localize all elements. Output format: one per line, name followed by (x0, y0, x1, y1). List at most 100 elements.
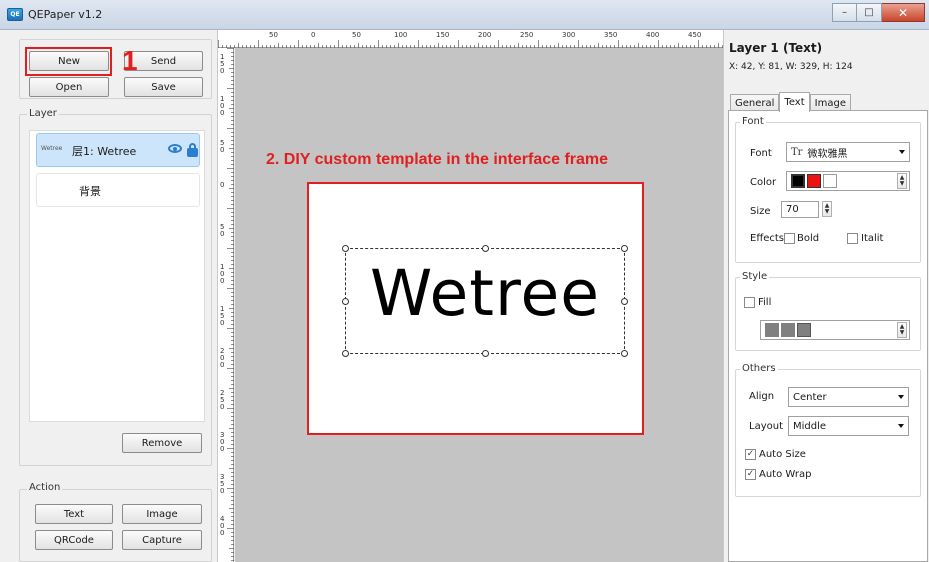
italic-checkbox[interactable] (847, 233, 858, 244)
ruler-label: 100 (394, 31, 408, 39)
capture-button[interactable]: Capture (122, 530, 202, 550)
layer-name: 层1: Wetree (72, 145, 137, 158)
layer-list: Wetree 层1: Wetree 背景 (29, 130, 205, 422)
minimize-icon[interactable]: – (832, 3, 857, 22)
layer-coordinates: X: 42, Y: 81, W: 329, H: 124 (729, 62, 853, 72)
tab-general[interactable]: General (730, 94, 780, 111)
fill-checkbox[interactable] (744, 297, 755, 308)
layout-select-value: Middle (793, 420, 827, 432)
ruler-label: 350 (604, 31, 618, 39)
layer-group-label: Layer (27, 108, 59, 119)
ruler-label: 50 (352, 31, 361, 39)
ruler-label: 3 0 0 (220, 431, 225, 453)
resize-handle[interactable] (482, 350, 489, 357)
properties-tabs: General Text Image (730, 92, 851, 112)
ruler-left: 1 5 0 1 0 0 5 0 0 5 0 1 0 0 1 5 0 2 0 0 … (218, 48, 234, 562)
font-size-value: 70 (786, 204, 799, 215)
action-group-label: Action (27, 482, 63, 493)
bold-checkbox[interactable] (784, 233, 795, 244)
ruler-label: 200 (478, 31, 492, 39)
color-spin-icon[interactable]: ▲ ▼ (897, 173, 907, 189)
left-panel: New Send Open Save Layer Wetree 层1: Wetr… (0, 30, 218, 562)
ruler-top: 50 0 50 100 150 200 250 300 350 400 450 (218, 30, 723, 48)
auto-wrap-checkbox[interactable]: ✓ (745, 469, 756, 480)
remove-button[interactable]: Remove (122, 433, 202, 453)
text-tab-panel: Font Font Tr 微软雅黑 Color ▲ ▼ Size 70 ▲ ▼ Ef… (728, 110, 928, 562)
chevron-down-icon (898, 395, 904, 399)
close-icon[interactable]: ✕ (882, 3, 925, 22)
others-group-label: Others (740, 363, 778, 374)
layer-thumbnail: Wetree (41, 145, 63, 152)
align-label: Align (749, 391, 775, 402)
ruler-label: 3 5 0 (220, 473, 225, 495)
fill-spin-icon[interactable]: ▲ ▼ (897, 322, 907, 338)
color-swatch-black[interactable] (791, 174, 805, 188)
qrcode-button[interactable]: QRCode (35, 530, 113, 550)
layer-name: 背景 (79, 185, 101, 198)
ruler-label: 5 0 (220, 139, 225, 154)
layer-item-1[interactable]: Wetree 层1: Wetree (36, 133, 200, 167)
align-select-value: Center (793, 391, 827, 403)
ruler-label: 1 5 0 (220, 305, 225, 327)
title-bar: QE QEPaper v1.2 – □ ✕ (0, 0, 929, 30)
resize-handle[interactable] (482, 245, 489, 252)
resize-handle[interactable] (342, 298, 349, 305)
color-swatch-white[interactable] (823, 174, 837, 188)
font-label: Font (750, 148, 772, 159)
step-one-label: 1 (122, 45, 138, 76)
text-selection-box[interactable]: Wetree (342, 245, 628, 357)
resize-handle[interactable] (342, 350, 349, 357)
fill-label: Fill (758, 297, 772, 308)
template-canvas[interactable]: Wetree (307, 182, 644, 435)
chevron-down-icon (899, 150, 905, 154)
fill-swatch[interactable] (797, 323, 811, 337)
maximize-icon[interactable]: □ (857, 3, 882, 22)
ruler-label: 50 (269, 31, 278, 39)
window-title: QEPaper v1.2 (28, 8, 103, 21)
font-group-label: Font (740, 116, 766, 127)
resize-handle[interactable] (621, 245, 628, 252)
layer-item-background[interactable]: 背景 (36, 173, 200, 207)
action-group (19, 489, 212, 562)
effects-label: Effects (750, 233, 784, 244)
align-select[interactable]: Center (788, 387, 909, 407)
fill-swatch[interactable] (765, 323, 779, 337)
size-spin-icon[interactable]: ▲ ▼ (822, 201, 832, 217)
font-select[interactable]: Tr 微软雅黑 (786, 142, 910, 162)
size-label: Size (750, 206, 771, 217)
new-button-highlight (25, 47, 112, 76)
canvas-text-element[interactable]: Wetree (346, 257, 624, 330)
font-size-input[interactable]: 70 ▲ ▼ (781, 201, 832, 218)
layout-select[interactable]: Middle (788, 416, 909, 436)
fill-swatch[interactable] (781, 323, 795, 337)
color-swatch-red[interactable] (807, 174, 821, 188)
ruler-label: 5 0 (220, 223, 225, 238)
color-label: Color (750, 177, 777, 188)
font-select-value: 微软雅黑 (807, 148, 848, 160)
properties-panel: Layer 1 (Text) X: 42, Y: 81, W: 329, H: … (723, 30, 929, 562)
unlock-icon[interactable] (187, 143, 198, 157)
color-picker[interactable]: ▲ ▼ (786, 171, 910, 191)
fill-pattern-select[interactable]: ▲ ▼ (760, 320, 910, 340)
save-button[interactable]: Save (124, 77, 203, 97)
ruler-label: 450 (688, 31, 702, 39)
style-group-label: Style (740, 271, 770, 282)
tab-text[interactable]: Text (779, 92, 810, 112)
ruler-label: 4 0 0 (220, 515, 225, 537)
tab-image[interactable]: Image (809, 94, 851, 111)
italic-label: Italit (861, 233, 884, 244)
image-button[interactable]: Image (122, 504, 202, 524)
ruler-label: 1 0 0 (220, 95, 225, 117)
resize-handle[interactable] (342, 245, 349, 252)
resize-handle[interactable] (621, 350, 628, 357)
open-button[interactable]: Open (29, 77, 109, 97)
eye-icon[interactable] (168, 144, 182, 153)
ruler-label: 0 (220, 181, 225, 189)
auto-size-checkbox[interactable]: ✓ (745, 449, 756, 460)
window-controls: – □ ✕ (832, 3, 925, 22)
text-button[interactable]: Text (35, 504, 113, 524)
ruler-label: 2 0 0 (220, 347, 225, 369)
resize-handle[interactable] (621, 298, 628, 305)
ruler-label: 250 (520, 31, 534, 39)
app-icon: QE (7, 8, 23, 21)
